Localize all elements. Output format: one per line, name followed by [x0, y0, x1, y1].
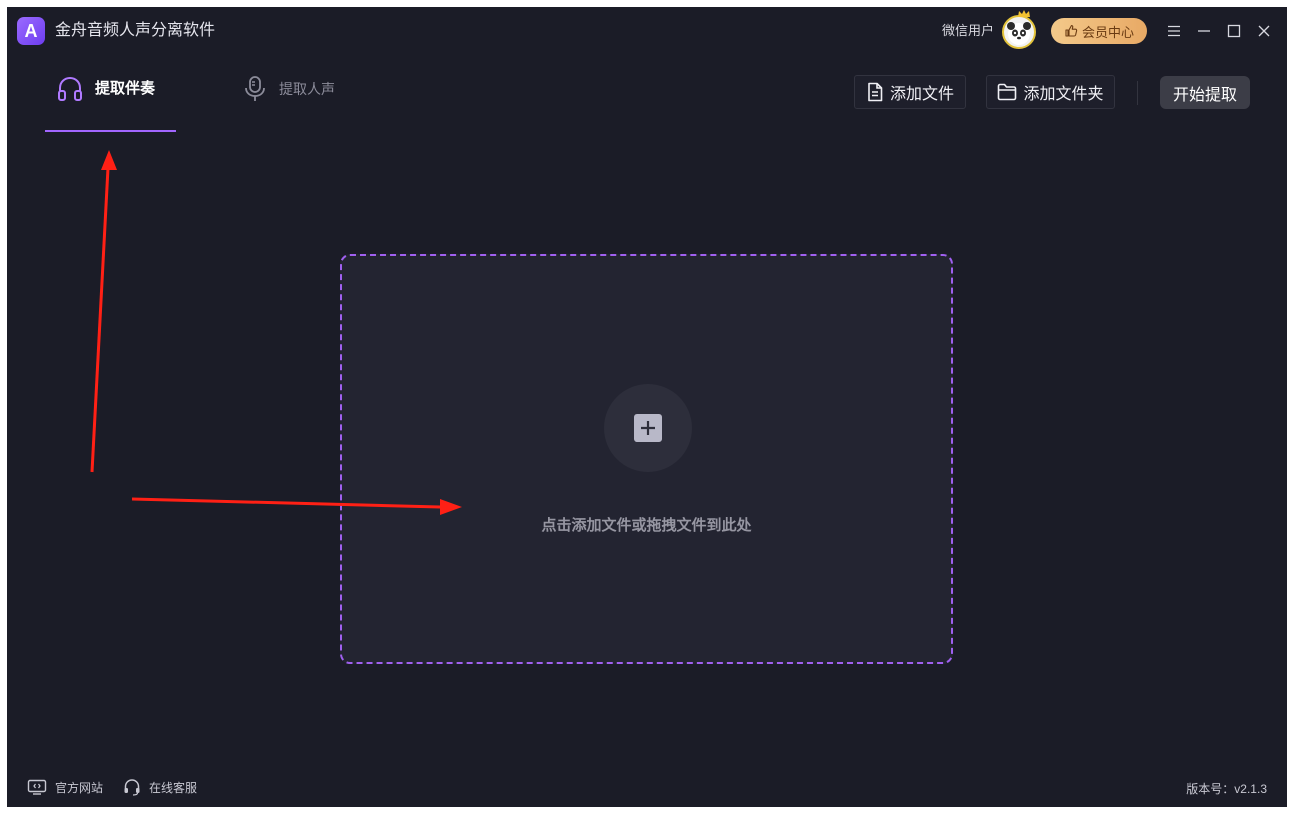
maximize-button[interactable] [1223, 20, 1245, 42]
tab-label: 提取伴奏 [95, 80, 156, 97]
start-extract-button[interactable]: 开始提取 [1160, 76, 1250, 109]
add-folder-button[interactable]: 添加文件夹 [986, 75, 1115, 109]
add-file-label: 添加文件 [889, 86, 954, 103]
thumbs-up-icon [1065, 24, 1078, 37]
file-drop-zone[interactable]: 点击添加文件或拖拽文件到此处 [340, 254, 953, 664]
vip-center-button[interactable]: 会员中心 [1051, 18, 1147, 44]
app-logo-icon: A [17, 17, 45, 45]
panda-avatar-icon [1007, 22, 1031, 45]
version-label: 版本号：v2.1.3 [1186, 782, 1267, 796]
app-logo-letter: A [24, 20, 38, 41]
drop-hint-text: 点击添加文件或拖拽文件到此处 [541, 517, 752, 534]
user-name[interactable]: 微信用户 [942, 22, 994, 40]
tab-extract-vocals[interactable]: 提取人声 [243, 75, 335, 137]
add-file-button[interactable]: 添加文件 [854, 75, 966, 109]
close-icon [1258, 25, 1270, 37]
online-support-link[interactable]: 在线客服 [123, 778, 197, 796]
plus-icon [634, 414, 662, 442]
maximize-icon [1227, 24, 1241, 38]
headphones-icon [58, 76, 82, 101]
file-icon [868, 82, 883, 102]
add-file-circle-button[interactable] [604, 384, 692, 472]
microphone-icon [245, 76, 265, 101]
toolbar-divider [1137, 81, 1138, 105]
add-folder-label: 添加文件夹 [1023, 86, 1104, 103]
headset-icon [124, 779, 140, 796]
official-website-label: 官方网站 [55, 780, 104, 795]
close-button[interactable] [1253, 20, 1275, 42]
title-bar: A 金舟音频人声分离软件 微信用户 会员中心 [7, 7, 1287, 55]
tab-extract-accompaniment[interactable]: 提取伴奏 [57, 75, 155, 137]
active-tab-indicator [45, 130, 176, 132]
menu-icon [1168, 25, 1180, 37]
online-support-label: 在线客服 [149, 780, 198, 795]
crown-icon [1018, 10, 1030, 17]
monitor-icon [27, 779, 47, 795]
folder-icon [998, 83, 1017, 101]
avatar[interactable] [1002, 15, 1036, 49]
tab-label: 提取人声 [279, 81, 335, 97]
vip-center-label: 会员中心 [1081, 24, 1134, 40]
official-website-link[interactable]: 官方网站 [27, 778, 103, 796]
app-window: A 金舟音频人声分离软件 微信用户 会员中心 提取伴奏 提取人声 添加文件 添加… [7, 7, 1287, 807]
app-title: 金舟音频人声分离软件 [55, 22, 216, 39]
menu-button[interactable] [1163, 20, 1185, 42]
minimize-icon [1198, 30, 1210, 32]
minimize-button[interactable] [1193, 20, 1215, 42]
